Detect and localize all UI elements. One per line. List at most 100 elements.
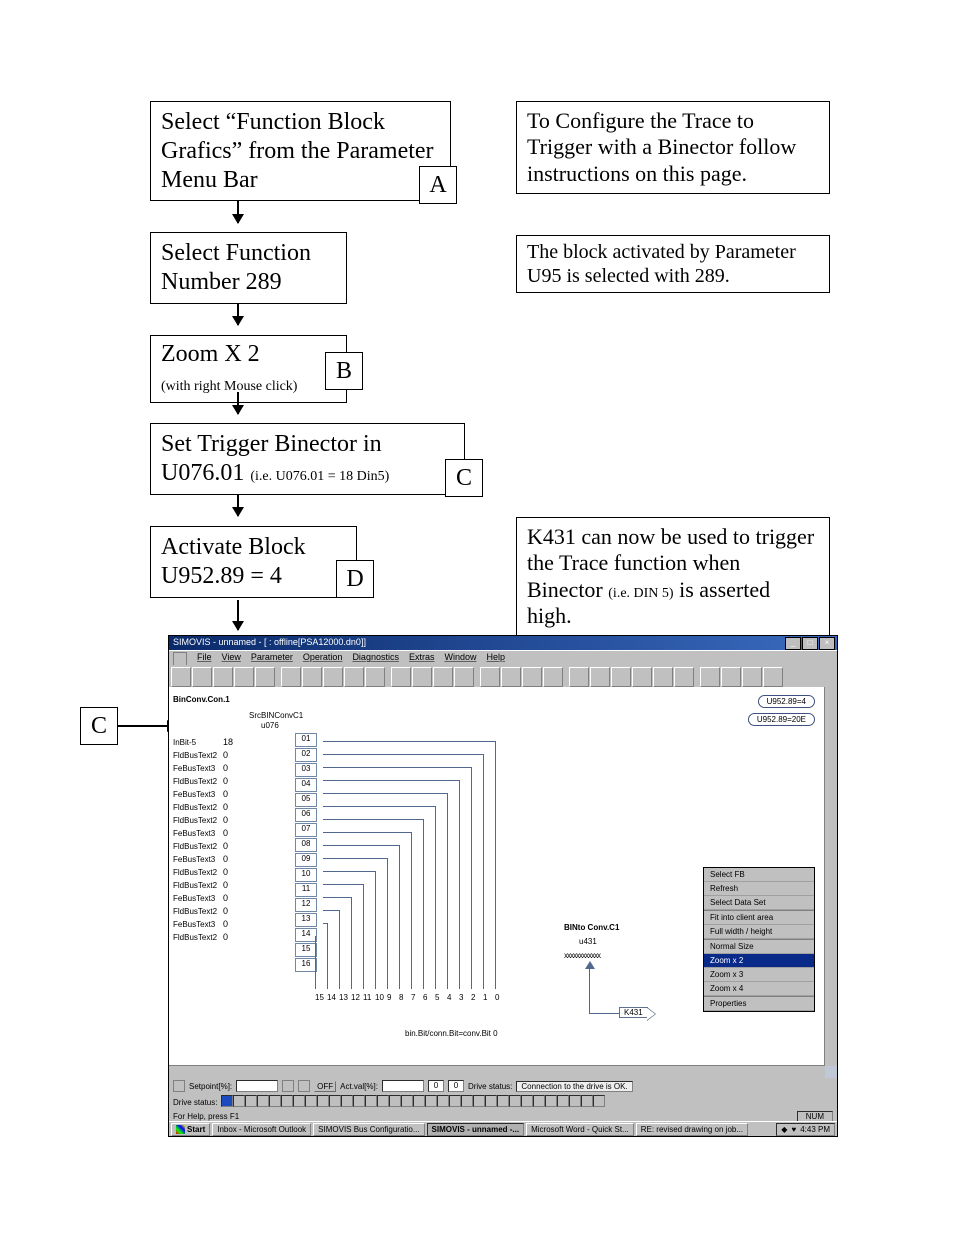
botnum: 12 (351, 993, 360, 1002)
setpoint-field[interactable] (236, 1080, 278, 1092)
task-outlook[interactable]: Inbox - Microsoft Outlook (212, 1123, 311, 1136)
toolbar-button-25[interactable] (721, 667, 741, 687)
toolbar-button-12[interactable] (433, 667, 453, 687)
toolbar-button-16[interactable] (522, 667, 542, 687)
toolbar-button-27[interactable] (763, 667, 783, 687)
io-label: FldBusText2 (173, 777, 223, 786)
toolbar-button-0[interactable] (171, 667, 191, 687)
ctx-properties[interactable]: Properties (704, 997, 814, 1011)
toolbar-button-20[interactable] (611, 667, 631, 687)
drive-cell (461, 1095, 473, 1107)
io-value[interactable]: 0 (223, 932, 228, 942)
task-word[interactable]: Microsoft Word - Quick St... (526, 1123, 634, 1136)
drive-cell (257, 1095, 269, 1107)
drive-cell (581, 1095, 593, 1107)
drive-cell (353, 1095, 365, 1107)
ctx-normal-size[interactable]: Normal Size (704, 940, 814, 954)
toolbar-button-2[interactable] (213, 667, 233, 687)
io-value[interactable]: 0 (223, 919, 228, 929)
io-value[interactable]: 0 (223, 763, 228, 773)
toolbar-button-19[interactable] (590, 667, 610, 687)
io-value[interactable]: 0 (223, 867, 228, 877)
io-value[interactable]: 0 (223, 802, 228, 812)
start-button[interactable]: Start (171, 1123, 210, 1136)
botnum: 9 (387, 993, 391, 1002)
botnum: 1 (483, 993, 487, 1002)
ctx-select-fb[interactable]: Select FB (704, 868, 814, 882)
horizontal-scrollbar[interactable] (169, 1065, 825, 1078)
drive-cell (437, 1095, 449, 1107)
io-value[interactable]: 0 (223, 776, 228, 786)
io-value[interactable]: 0 (223, 854, 228, 864)
toolbar-button-22[interactable] (653, 667, 673, 687)
toolbar-button-26[interactable] (742, 667, 762, 687)
tray-icon[interactable]: ◆ (781, 1125, 787, 1134)
vertical-scrollbar[interactable] (824, 687, 837, 1066)
toolbar-button-6[interactable] (302, 667, 322, 687)
botnum: 15 (315, 993, 324, 1002)
clock: 4:43 PM (800, 1125, 830, 1134)
app-screenshot: SIMOVIS - unnamed - [ : offline[PSA12000… (168, 635, 838, 1137)
drive-cell (509, 1095, 521, 1107)
help-text: For Help, press F1 (173, 1112, 239, 1121)
toolbar-button-24[interactable] (700, 667, 720, 687)
toolbar-button-13[interactable] (454, 667, 474, 687)
block-subheader: SrcBINConvC1 (249, 711, 303, 720)
io-label: FldBusText2 (173, 868, 223, 877)
ctx-refresh[interactable]: Refresh (704, 882, 814, 896)
io-label: FeBusText3 (173, 764, 223, 773)
pill-u952-4: U952.89=4 (758, 695, 815, 708)
tray-icon2[interactable]: ♥ (791, 1125, 796, 1134)
taskbar: Start Inbox - Microsoft Outlook SIMOVIS … (169, 1121, 837, 1136)
toolbar-button-17[interactable] (543, 667, 563, 687)
drive-cell (401, 1095, 413, 1107)
toolbar-button-15[interactable] (501, 667, 521, 687)
system-tray[interactable]: ◆ ♥ 4:43 PM (776, 1123, 835, 1136)
io-value[interactable]: 0 (223, 841, 228, 851)
status-icon (173, 1080, 185, 1092)
minimize-button[interactable]: _ (785, 637, 801, 650)
toolbar-button-18[interactable] (569, 667, 589, 687)
toolbar-button-10[interactable] (391, 667, 411, 687)
ctx-zoom-x4[interactable]: Zoom x 4 (704, 982, 814, 996)
off-button[interactable]: OFF (314, 1081, 336, 1092)
io-value[interactable]: 0 (223, 789, 228, 799)
ctx-full-width[interactable]: Full width / height (704, 925, 814, 939)
io-value[interactable]: 0 (223, 880, 228, 890)
io-value[interactable]: 0 (223, 906, 228, 916)
botnum: 7 (411, 993, 415, 1002)
toolbar-button-1[interactable] (192, 667, 212, 687)
toolbar-button-9[interactable] (365, 667, 385, 687)
io-value[interactable]: 0 (223, 750, 228, 760)
toolbar-button-11[interactable] (412, 667, 432, 687)
io-value[interactable]: 0 (223, 893, 228, 903)
step3-main: Zoom X 2 (161, 341, 260, 367)
io-label: FldBusText2 (173, 907, 223, 916)
maximize-button[interactable]: □ (802, 637, 818, 650)
toolbar-button-7[interactable] (323, 667, 343, 687)
ctx-zoom-x2[interactable]: Zoom x 2 (704, 954, 814, 968)
toolbar-button-8[interactable] (344, 667, 364, 687)
task-email[interactable]: RE: revised drawing on job... (636, 1123, 748, 1136)
toolbar-button-14[interactable] (480, 667, 500, 687)
drive-cell (233, 1095, 245, 1107)
ctx-zoom-x3[interactable]: Zoom x 3 (704, 968, 814, 982)
task-simovis-active[interactable]: SIMOVIS - unnamed -... (427, 1123, 525, 1136)
toolbar-button-5[interactable] (281, 667, 301, 687)
drive-cell (473, 1095, 485, 1107)
io-value[interactable]: 0 (223, 815, 228, 825)
label-B-top: B (325, 352, 363, 390)
io-value[interactable]: 18 (223, 737, 233, 747)
toolbar-button-3[interactable] (234, 667, 254, 687)
diagram-canvas[interactable]: U952.89=4 U952.89=20E BinConv.Con.1 SrcB… (169, 687, 825, 1066)
task-simovis-bus[interactable]: SIMOVIS Bus Configuratio... (313, 1123, 424, 1136)
toolbar-button-4[interactable] (255, 667, 275, 687)
status-num2: 0 (448, 1080, 464, 1092)
io-value[interactable]: 0 (223, 828, 228, 838)
ctx-fit-client[interactable]: Fit into client area (704, 911, 814, 925)
window-controls: _ □ × (785, 637, 835, 650)
toolbar-button-23[interactable] (674, 667, 694, 687)
close-button[interactable]: × (819, 637, 835, 650)
ctx-select-dataset[interactable]: Select Data Set (704, 896, 814, 910)
toolbar-button-21[interactable] (632, 667, 652, 687)
